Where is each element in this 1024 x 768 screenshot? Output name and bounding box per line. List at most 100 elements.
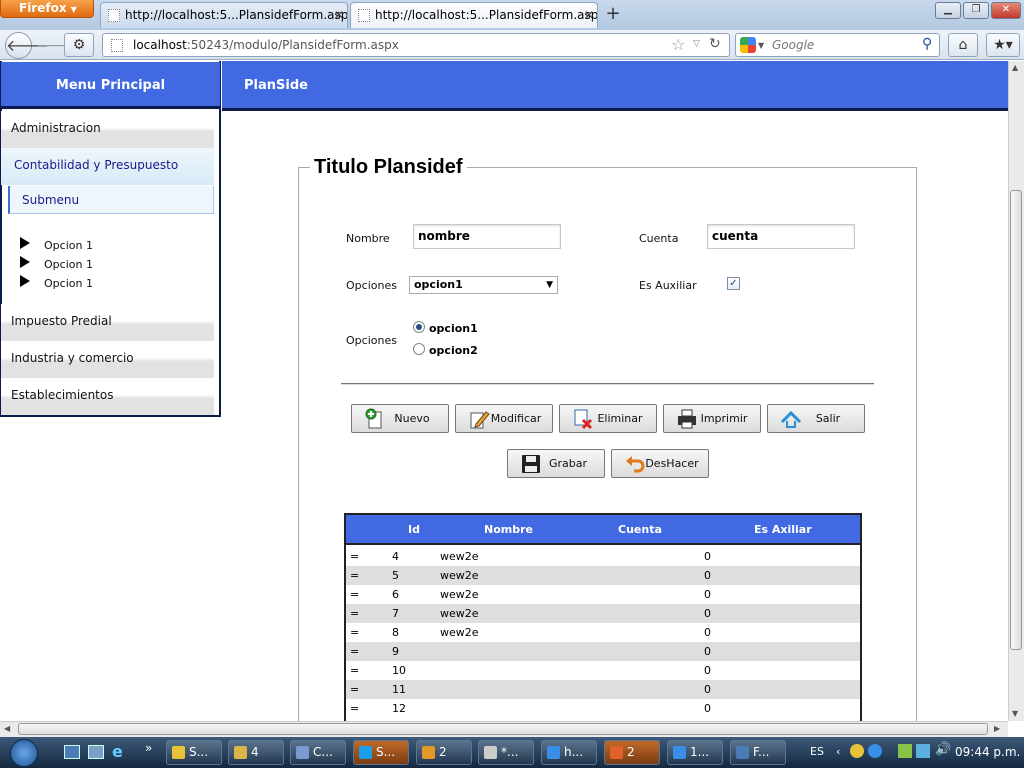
switch-windows-icon[interactable]	[88, 745, 104, 759]
bookmarks-button[interactable]: ★▾	[986, 33, 1020, 57]
history-dropdown-icon[interactable]: ▽	[693, 39, 700, 49]
restore-window-button[interactable]: ❐	[963, 2, 989, 19]
tray-app-icon[interactable]	[868, 744, 882, 758]
browser-tab-1[interactable]: http://localhost:5...PlansidefForm.aspx …	[100, 2, 348, 28]
row-select-cell[interactable]: =	[350, 642, 359, 661]
url-bar[interactable]: localhost:50243/modulo/PlansidefForm.asp…	[102, 33, 730, 57]
row-select-cell[interactable]: =	[350, 623, 359, 642]
bookmark-star-icon[interactable]: ☆	[671, 35, 685, 54]
taskbar-item-label: 1...	[690, 745, 710, 759]
grid-header-cuenta[interactable]: Cuenta	[618, 515, 662, 545]
sidebar-option[interactable]: Opcion 1	[20, 237, 93, 254]
salir-button[interactable]: Salir	[767, 404, 865, 433]
row-select-cell[interactable]: =	[350, 547, 359, 566]
network-icon[interactable]	[916, 744, 930, 758]
site-identity-icon[interactable]: ⚙	[64, 33, 94, 57]
taskbar-item[interactable]: *...	[478, 740, 534, 765]
opciones-select[interactable]: opcion1 ▼	[409, 276, 558, 294]
taskbar-item[interactable]: S...	[353, 740, 409, 765]
table-row[interactable]: = 7 wew2e 0	[346, 604, 860, 623]
sidebar-option[interactable]: Opcion 1	[20, 256, 93, 273]
imprimir-button[interactable]: Imprimir	[663, 404, 761, 433]
cuenta-input[interactable]: cuenta	[707, 224, 855, 249]
es-auxiliar-checkbox[interactable]: ✓	[727, 277, 740, 290]
table-row[interactable]: = 4 wew2e 0	[346, 547, 860, 566]
volume-icon[interactable]: 🔊	[935, 742, 951, 757]
sidebar-item-industria-comercio[interactable]: Industria y comercio	[1, 341, 214, 378]
table-row[interactable]: = 12 0	[346, 699, 860, 718]
start-button[interactable]	[2, 737, 52, 768]
table-row[interactable]: = 11 0	[346, 680, 860, 699]
grabar-button[interactable]: Grabar	[507, 449, 605, 478]
chevron-down-icon[interactable]: ▼	[758, 41, 764, 50]
new-tab-button[interactable]: +	[600, 4, 626, 26]
table-row[interactable]: = 8 wew2e 0	[346, 623, 860, 642]
close-tab-icon[interactable]: ✕	[584, 3, 594, 27]
row-select-cell[interactable]: =	[350, 585, 359, 604]
sidebar-item-establecimientos[interactable]: Establecimientos	[1, 378, 214, 415]
table-row[interactable]: = 5 wew2e 0	[346, 566, 860, 585]
scroll-right-icon[interactable]: ▶	[994, 724, 1000, 733]
close-window-button[interactable]: ✕	[991, 2, 1021, 19]
show-desktop-icon[interactable]	[64, 745, 80, 759]
id-cell: 5	[392, 569, 399, 582]
taskbar-item[interactable]: 4	[228, 740, 284, 765]
reload-icon[interactable]: ↻	[709, 36, 721, 52]
minimize-window-button[interactable]: ▁	[935, 2, 961, 19]
firefox-menu-button[interactable]: Firefox ▼	[0, 0, 94, 18]
sidebar-item-impuesto-predial[interactable]: Impuesto Predial	[1, 304, 214, 341]
language-indicator[interactable]: ES	[810, 745, 824, 758]
search-icon[interactable]: ⚲	[922, 36, 932, 52]
opcion2-radio[interactable]	[413, 343, 425, 355]
horizontal-scroll-thumb[interactable]	[18, 723, 988, 735]
grid-header-es-axiliar[interactable]: Es Axiliar	[754, 515, 812, 545]
sidebar-submenu[interactable]: Submenu	[8, 186, 214, 214]
tab-title: http://localhost:5...PlansidefForm.aspx	[375, 8, 598, 22]
taskbar-item[interactable]: 2	[416, 740, 472, 765]
row-select-cell[interactable]: =	[350, 604, 359, 623]
taskbar-clock[interactable]: 09:44 p.m.	[955, 737, 1020, 768]
grid-header-nombre[interactable]: Nombre	[484, 515, 533, 545]
tray-app-icon[interactable]	[898, 744, 912, 758]
table-row[interactable]: = 9 0	[346, 642, 860, 661]
eliminar-button[interactable]: Eliminar	[559, 404, 657, 433]
table-row[interactable]: = 10 0	[346, 661, 860, 680]
scroll-up-icon[interactable]: ▲	[1012, 63, 1018, 72]
scroll-down-icon[interactable]: ▼	[1012, 709, 1018, 718]
search-box[interactable]: ▼ Google ⚲	[735, 33, 940, 57]
nuevo-button[interactable]: Nuevo	[351, 404, 449, 433]
back-button[interactable]: 🡐	[5, 32, 49, 59]
close-tab-icon[interactable]: ✕	[334, 3, 344, 27]
vertical-scroll-thumb[interactable]	[1010, 190, 1022, 650]
ie-icon[interactable]: e	[112, 742, 123, 761]
row-select-cell[interactable]: =	[350, 699, 359, 718]
sidebar-item-administracion[interactable]: Administracion	[1, 111, 214, 148]
taskbar-item[interactable]: 1...	[667, 740, 723, 765]
taskbar-item[interactable]: C...	[290, 740, 346, 765]
row-select-cell[interactable]: =	[350, 566, 359, 585]
opcion1-radio[interactable]	[413, 321, 425, 333]
taskbar-item[interactable]: S...	[166, 740, 222, 765]
more-quicklaunch-icon[interactable]: »	[145, 741, 152, 755]
taskbar-item[interactable]: h...	[541, 740, 597, 765]
row-select-cell[interactable]: =	[350, 680, 359, 699]
grid-header-id[interactable]: Id	[408, 515, 420, 545]
forward-button[interactable]: 🡒	[36, 37, 74, 54]
new-document-icon	[365, 408, 382, 429]
cuenta-cell: 0	[704, 683, 711, 696]
row-select-cell[interactable]: =	[350, 661, 359, 680]
nombre-input[interactable]: nombre	[413, 224, 561, 249]
deshacer-button[interactable]: DesHacer	[611, 449, 709, 478]
scroll-left-icon[interactable]: ◀	[4, 724, 10, 733]
table-row[interactable]: = 6 wew2e 0	[346, 585, 860, 604]
modificar-button[interactable]: Modificar	[455, 404, 553, 433]
tray-chevron-icon[interactable]: ‹	[836, 745, 840, 758]
browser-tab-2[interactable]: http://localhost:5...PlansidefForm.aspx …	[350, 2, 598, 28]
home-button[interactable]: ⌂	[948, 33, 978, 57]
sidebar-option[interactable]: Opcion 1	[20, 275, 93, 292]
taskbar-item[interactable]: F...	[730, 740, 786, 765]
taskbar-item[interactable]: 2	[604, 740, 660, 765]
tray-app-icon[interactable]	[850, 744, 864, 758]
sidebar-item-contabilidad[interactable]: Contabilidad y Presupuesto	[1, 148, 214, 185]
tab-title: http://localhost:5...PlansidefForm.aspx	[125, 8, 348, 22]
